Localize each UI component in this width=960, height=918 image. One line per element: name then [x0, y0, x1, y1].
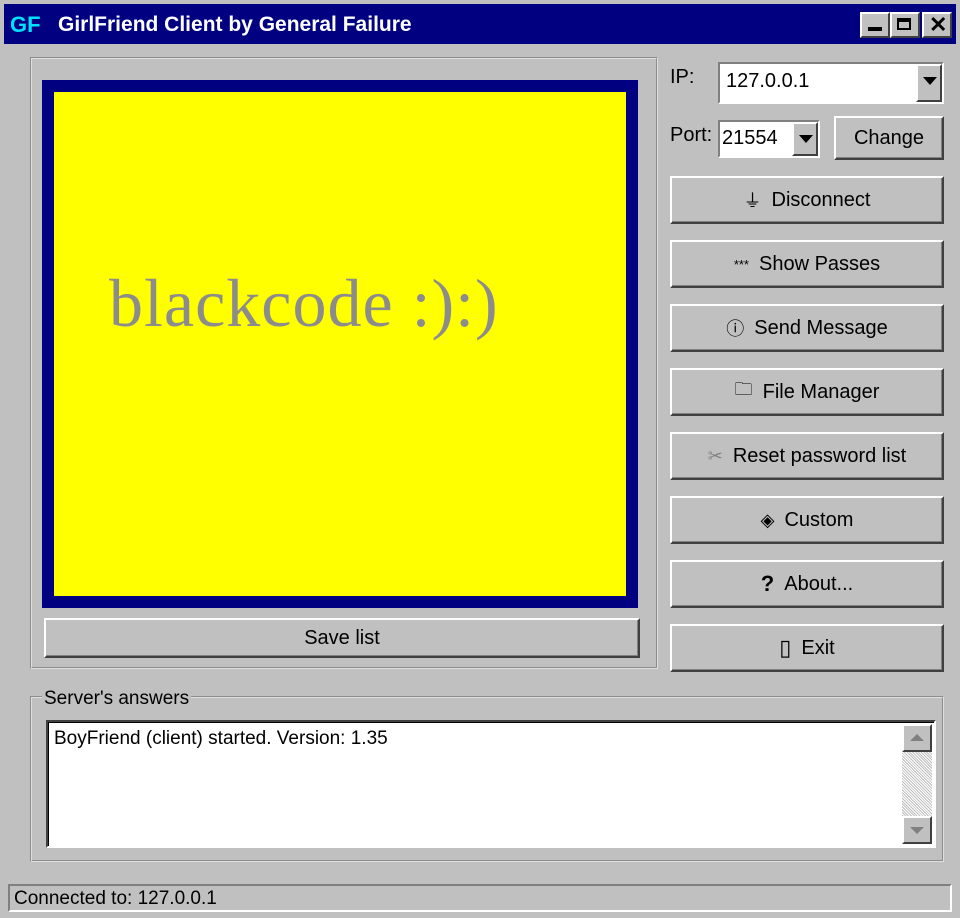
question-icon: ? — [760, 571, 775, 596]
close-icon: ✕ — [929, 12, 948, 37]
show-passes-button[interactable]: *** Show Passes — [670, 240, 944, 288]
port-label: Port: — [670, 124, 713, 146]
about-label: About... — [784, 572, 854, 595]
scroll-up-icon[interactable] — [902, 724, 932, 752]
send-message-label: Send Message — [754, 316, 888, 339]
exit-label: Exit — [801, 636, 835, 659]
scissors-icon: ✂ — [707, 445, 723, 466]
disconnect-button[interactable]: ⏚ Disconnect — [670, 176, 944, 224]
display-area: blackcode :):) — [54, 92, 626, 596]
disconnect-label: Disconnect — [771, 188, 871, 211]
show-passes-label: Show Passes — [759, 252, 881, 275]
server-answers-label: Server's answers — [42, 688, 192, 710]
save-list-label: Save list — [304, 626, 380, 649]
folder-icon: 🗀 — [734, 379, 753, 399]
port-combobox[interactable]: 21554 — [718, 120, 820, 158]
ip-value: 127.0.0.1 — [726, 70, 810, 92]
scroll-down-icon[interactable] — [902, 816, 932, 844]
display-frame: blackcode :):) — [42, 80, 638, 608]
reset-password-list-button[interactable]: ✂ Reset password list — [670, 432, 944, 480]
gear-cube-icon: ◈ — [760, 509, 775, 530]
memo-scrollbar[interactable] — [902, 724, 932, 844]
status-bar: Connected to: 127.0.0.1 — [8, 884, 952, 912]
custom-button[interactable]: ◈ Custom — [670, 496, 944, 544]
ip-label: IP: — [670, 66, 695, 88]
file-manager-button[interactable]: 🗀 File Manager — [670, 368, 944, 416]
close-button[interactable]: ✕ — [922, 12, 952, 38]
port-value: 21554 — [722, 127, 778, 149]
maximize-button[interactable] — [890, 12, 920, 38]
reset-password-list-label: Reset password list — [732, 444, 907, 467]
title-bar[interactable]: GF GirlFriend Client by General Failure … — [4, 4, 956, 44]
change-button[interactable]: Change — [834, 116, 944, 160]
ip-combobox[interactable]: 127.0.0.1 — [718, 62, 944, 104]
server-answer-line: BoyFriend (client) started. Version: 1.3… — [54, 728, 388, 749]
exit-button[interactable]: ▯ Exit — [670, 624, 944, 672]
plug-icon: ⏚ — [743, 191, 762, 211]
asterisks-icon: *** — [733, 256, 749, 272]
send-message-button[interactable]: ⓘ Send Message — [670, 304, 944, 352]
file-manager-label: File Manager — [762, 380, 880, 403]
door-icon: ▯ — [779, 635, 792, 660]
change-label: Change — [853, 126, 925, 149]
ip-dropdown-arrow-icon[interactable] — [916, 64, 942, 102]
about-button[interactable]: ? About... — [670, 560, 944, 608]
custom-label: Custom — [784, 508, 854, 531]
window-title: GirlFriend Client by General Failure — [58, 13, 412, 36]
message-alert-icon: ⓘ — [726, 319, 745, 339]
display-text: blackcode :):) — [109, 265, 499, 341]
port-dropdown-arrow-icon[interactable] — [792, 122, 818, 156]
app-window: GF GirlFriend Client by General Failure … — [0, 0, 960, 918]
app-logo: GF — [10, 12, 41, 37]
status-text: Connected to: 127.0.0.1 — [14, 888, 217, 909]
save-list-button[interactable]: Save list — [44, 618, 640, 658]
minimize-button[interactable] — [860, 12, 890, 38]
server-answers-memo[interactable]: BoyFriend (client) started. Version: 1.3… — [46, 720, 936, 848]
